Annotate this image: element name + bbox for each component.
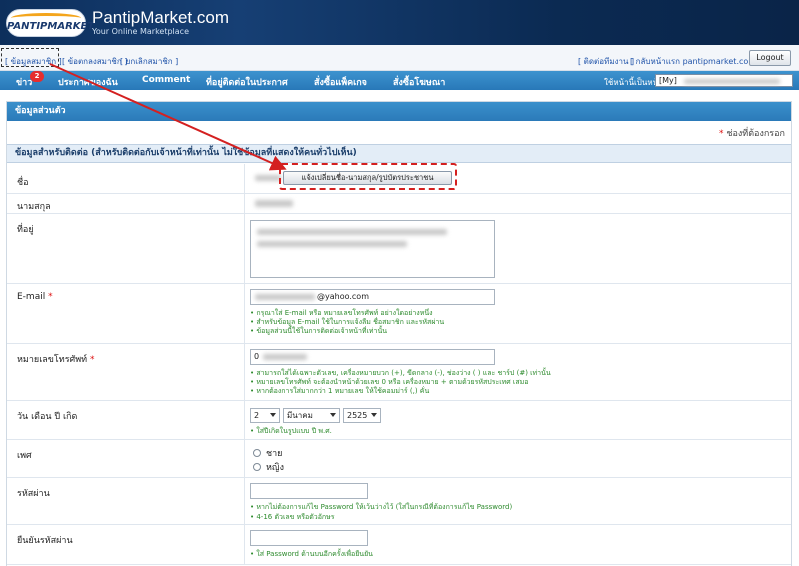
required-mark: * [48, 292, 53, 302]
redacted-text [684, 79, 780, 84]
required-mark: * [90, 355, 95, 365]
contact-subsection-title: ข้อมูลสำหรับติดต่อ (สำหรับติดต่อกับเจ้าห… [7, 144, 791, 163]
phone-input[interactable]: 0 [250, 349, 495, 365]
gender-female-label: หญิง [266, 463, 284, 473]
redacted-address [257, 241, 407, 247]
gender-male-label: ชาย [266, 449, 283, 459]
nav-buy-ads[interactable]: สั่งซื้อโฆษณา [393, 75, 445, 89]
pantipmarket-logo[interactable]: PANTIPMARKET [6, 9, 95, 37]
confirm-password-row: ยืนยันรหัสผ่าน • ใส่ Password ด้านบนอีกค… [7, 525, 791, 565]
address-label: ที่อยู่ [17, 225, 34, 235]
back-home-link[interactable]: [ กลับหน้าแรก pantipmarket.com ] [630, 55, 762, 68]
required-note: * ช่องที่ต้องกรอก [719, 126, 785, 140]
homepage-select[interactable]: [My] [655, 74, 793, 87]
radio-icon[interactable] [253, 449, 261, 457]
redacted-name [255, 175, 281, 181]
nav-contact-address[interactable]: ที่อยู่ติดต่อในประกาศ [206, 75, 288, 89]
surname-label: นามสกุล [17, 202, 51, 212]
confirm-password-input[interactable] [250, 530, 368, 546]
password-hint: • หากไม่ต้องการแก้ไข Password ให้เว้นว่า… [250, 503, 513, 511]
chevron-down-icon [371, 413, 377, 417]
phone-hint: • หากต้องการใส่มากกว่า 1 หมายเลข ให้ใช้ค… [250, 387, 430, 395]
phone-hint: • หมายเลขโทรศัพท์ จะต้องนำหน้าด้วยเลข 0 … [250, 378, 529, 386]
required-note-text: ช่องที่ต้องกรอก [726, 129, 785, 139]
address-row: ที่อยู่ [7, 214, 791, 284]
required-mark: * [719, 129, 724, 139]
email-row: E-mail * @yahoo.com • กรุณาใส่ E-mail หร… [7, 284, 791, 344]
redacted-surname [255, 200, 293, 207]
birth-year-value: 2525 [347, 411, 368, 420]
gender-male-option[interactable]: ชาย [253, 446, 282, 460]
nav-news[interactable]: ข่าว 2 [16, 71, 44, 89]
name-label: ชื่อ [17, 178, 29, 188]
member-contract-link[interactable]: [ ข้อตกลงสมาชิก ] [62, 55, 127, 68]
email-hint: • ข้อมูลส่วนนี้ใช้ในการติดต่อเจ้าหน้าที่… [250, 327, 388, 335]
contact-staff-link[interactable]: [ ติดต่อทีมงาน ] [578, 55, 634, 68]
birth-day-select[interactable]: 2 [250, 408, 280, 423]
brand-tagline: Your Online Marketplace [92, 27, 189, 36]
change-name-button[interactable]: แจ้งเปลี่ยนชื่อ-นามสกุล/รูปบัตรประชาชน [283, 171, 452, 185]
address-textarea[interactable] [250, 220, 495, 278]
member-info-link[interactable]: [ ข้อมูลสมาชิก ] [5, 55, 62, 68]
redacted-phone [263, 354, 307, 360]
homepage-select-value: [My] [659, 76, 677, 85]
password-label: รหัสผ่าน [17, 489, 50, 499]
email-label-text: E-mail [17, 292, 46, 302]
email-domain: @yahoo.com [317, 292, 369, 301]
nav-buy-package[interactable]: สั่งซื้อแพ็คเกจ [314, 75, 367, 89]
email-hint: • สำหรับข้อมูล E-mail ใช้ในการแจ้งลืม ชื… [250, 318, 445, 326]
phone-value: 0 [254, 352, 260, 361]
email-hint: • กรุณาใส่ E-mail หรือ หมายเลขโทรศัพท์ อ… [250, 309, 433, 317]
cancel-member-link[interactable]: [ ยกเลิกสมาชิก ] [120, 55, 178, 68]
password-hint: • 4-16 ตัวเลข หรือตัวอักษร [250, 513, 335, 521]
email-label: E-mail * [17, 292, 53, 302]
password-row: รหัสผ่าน • หากไม่ต้องการแก้ไข Password ใ… [7, 478, 791, 525]
nav-comment[interactable]: Comment [142, 75, 190, 85]
redacted-email [255, 294, 315, 300]
confirm-password-label: ยืนยันรหัสผ่าน [17, 536, 73, 546]
main-nav: ข่าว 2 ประกาศของฉัน Comment ที่อยู่ติดต่… [0, 71, 799, 90]
email-input[interactable]: @yahoo.com [250, 289, 495, 305]
radio-icon[interactable] [253, 463, 261, 471]
account-toolbar: [ ข้อมูลสมาชิก ] [ ข้อตกลงสมาชิก ] [ ยกเ… [0, 45, 799, 71]
logout-button[interactable]: Logout [749, 50, 791, 66]
birthdate-label: วัน เดือน ปี เกิด [17, 412, 78, 422]
brand-name[interactable]: PantipMarket.com [92, 8, 229, 28]
section-title: ข้อมูลส่วนตัว [7, 102, 791, 121]
chevron-down-icon [270, 413, 276, 417]
birth-month-value: มีนาคม [287, 411, 313, 420]
confirm-password-hint: • ใส่ Password ด้านบนอีกครั้งเพื่อยืนยัน [250, 550, 373, 558]
phone-label-text: หมายเลขโทรศัพท์ [17, 355, 88, 365]
phone-label: หมายเลขโทรศัพท์ * [17, 352, 95, 366]
nav-my-ads[interactable]: ประกาศของฉัน [58, 75, 118, 89]
gender-female-option[interactable]: หญิง [253, 460, 284, 474]
phone-hint: • สามารถใส่ได้เฉพาะตัวเลข, เครื่องหมายบว… [250, 369, 551, 377]
birth-year-select[interactable]: 2525 [343, 408, 381, 423]
surname-row: นามสกุล [7, 194, 791, 214]
birth-month-select[interactable]: มีนาคม [283, 408, 340, 423]
redacted-address [257, 229, 447, 235]
phone-row: หมายเลขโทรศัพท์ * 0 • สามารถใส่ได้เฉพาะต… [7, 344, 791, 401]
chevron-down-icon [330, 413, 336, 417]
news-count-badge: 2 [30, 71, 44, 82]
password-input[interactable] [250, 483, 368, 499]
site-header: PANTIPMARKET PantipMarket.com Your Onlin… [0, 0, 799, 45]
gender-row: เพศ ชาย หญิง [7, 440, 791, 478]
logo-text: PANTIPMARKET [7, 21, 95, 32]
birth-day-value: 2 [254, 411, 260, 420]
birth-hint: • ใส่ปีเกิดในรูปแบบ ปี พ.ศ. [250, 427, 332, 435]
nav-news-label: ข่าว [16, 78, 33, 88]
gender-label: เพศ [17, 451, 32, 461]
birthdate-row: วัน เดือน ปี เกิด 2 มีนาคม 2525 • ใส่ปีเ… [7, 401, 791, 440]
